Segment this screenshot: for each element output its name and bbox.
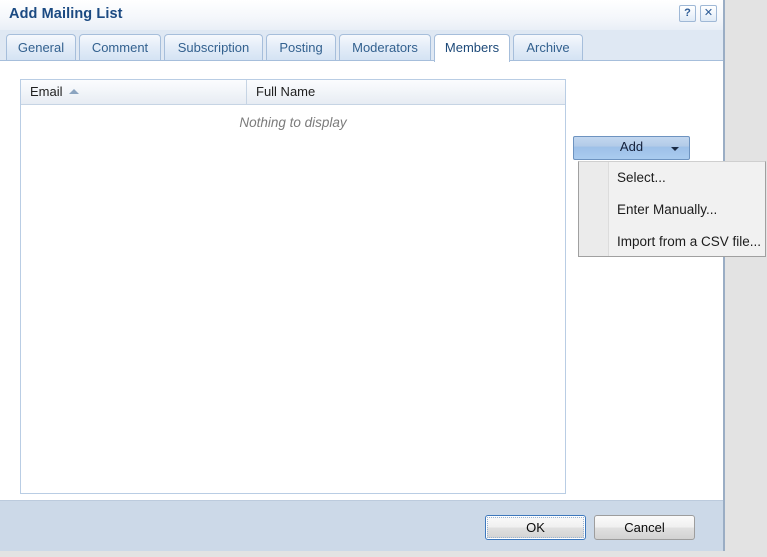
column-header-email-label: Email — [30, 84, 63, 99]
grid-header-row: Email Full Name — [21, 80, 565, 105]
column-header-full-name-label: Full Name — [256, 84, 316, 99]
close-icon[interactable]: ✕ — [700, 5, 717, 22]
menu-item-enter-manually[interactable]: Enter Manually... — [579, 194, 765, 226]
menu-item-select[interactable]: Select... — [579, 162, 765, 194]
dialog-footer: OK Cancel — [0, 500, 723, 552]
add-mailing-list-dialog: Add Mailing List ? ✕ General Comment Sub… — [0, 0, 766, 552]
tab-moderators[interactable]: Moderators — [339, 34, 431, 61]
tab-general[interactable]: General — [6, 34, 76, 61]
desktop-background-right — [725, 0, 767, 557]
add-dropdown-menu: Select... Enter Manually... Import from … — [578, 161, 766, 257]
help-icon[interactable]: ? — [679, 5, 696, 22]
tab-members[interactable]: Members — [434, 34, 510, 62]
tab-archive[interactable]: Archive — [513, 34, 583, 61]
column-header-full-name[interactable]: Full Name — [247, 80, 565, 105]
chevron-down-icon[interactable] — [671, 147, 679, 151]
menu-item-import-from-csv[interactable]: Import from a CSV file... — [579, 226, 765, 258]
grid-empty-message: Nothing to display — [239, 115, 347, 130]
ok-button[interactable]: OK — [485, 515, 586, 540]
page-title: Add Mailing List — [9, 6, 123, 22]
dialog-titlebar: Add Mailing List ? ✕ — [0, 0, 723, 30]
tab-comment[interactable]: Comment — [79, 34, 161, 61]
dialog-inner: Add Mailing List ? ✕ General Comment Sub… — [0, 0, 766, 552]
cancel-button[interactable]: Cancel — [594, 515, 695, 540]
desktop-background-bottom — [0, 551, 725, 557]
column-header-email[interactable]: Email — [21, 80, 247, 105]
add-button[interactable]: Add — [573, 136, 690, 160]
sort-ascending-icon — [68, 89, 79, 95]
focus-ring — [487, 517, 584, 538]
tab-strip: General Comment Subscription Posting Mod… — [0, 30, 723, 62]
tab-subscription[interactable]: Subscription — [164, 34, 263, 61]
members-tab-page: Email Full Name Nothing to display Add S… — [0, 60, 766, 501]
tab-posting[interactable]: Posting — [266, 34, 336, 61]
members-grid: Email Full Name Nothing to display — [20, 79, 566, 494]
